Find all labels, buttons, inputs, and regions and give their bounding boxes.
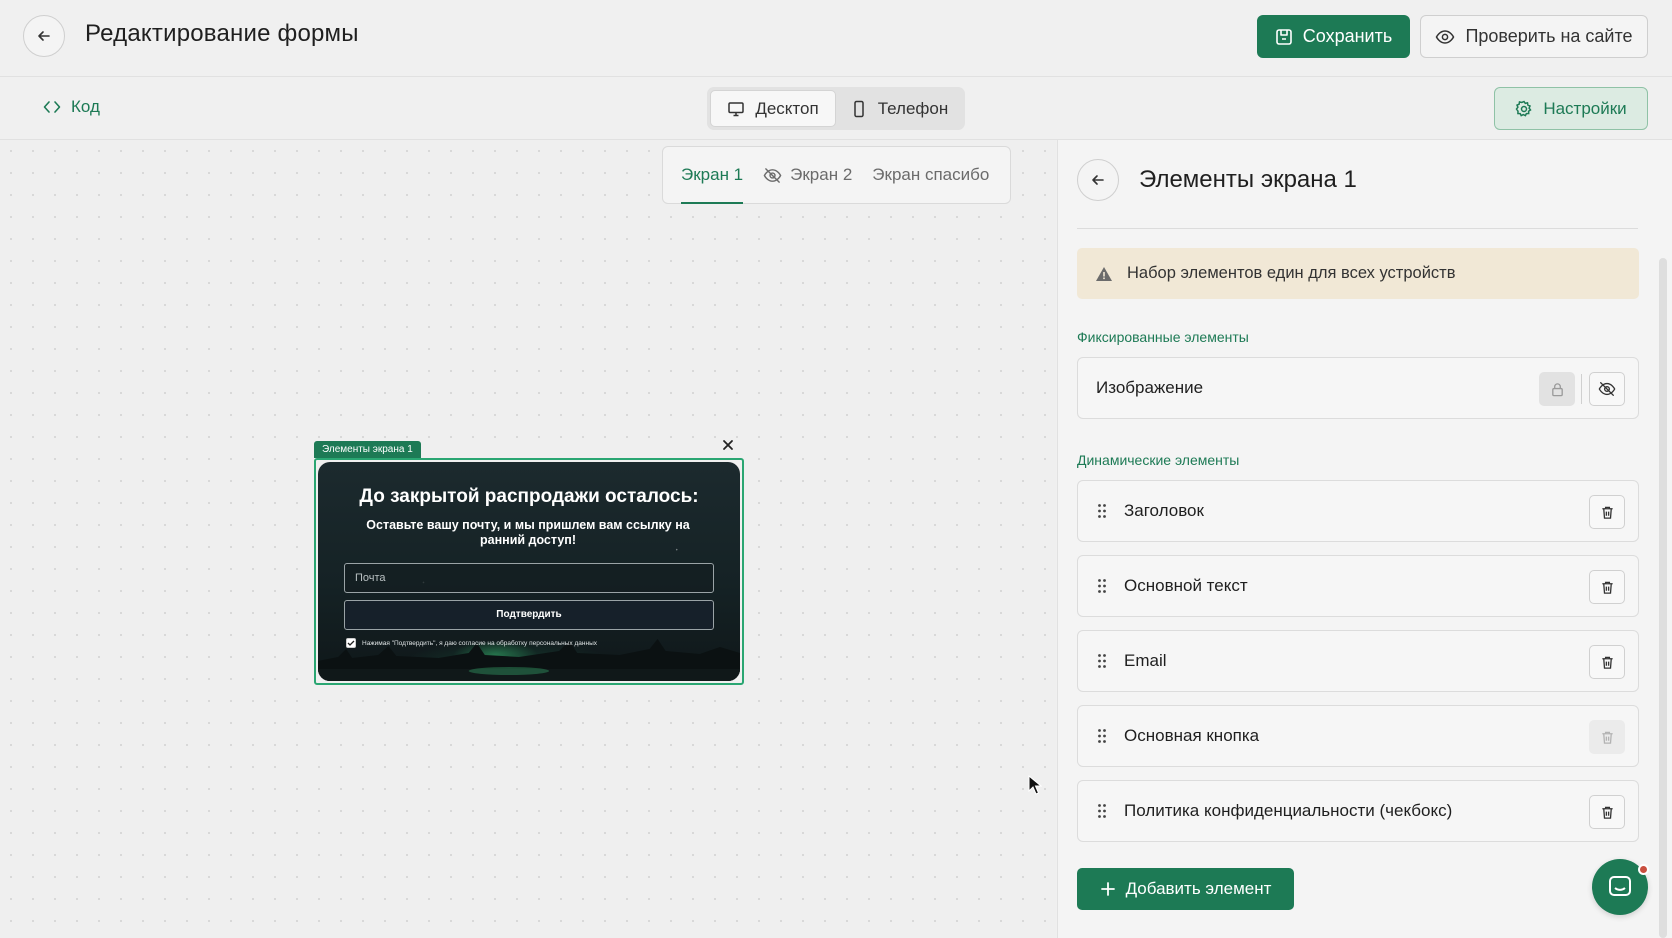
save-button-label: Сохранить [1302,26,1393,46]
code-link[interactable]: Код [43,97,100,117]
device-switch: Десктоп Телефон [707,87,965,130]
code-link-label: Код [71,97,100,116]
dynamic-item-email[interactable]: Email [1077,630,1639,692]
tab-screen-1[interactable]: Экран 1 [681,146,744,204]
page-title: Редактирование формы [85,20,359,47]
check-on-site-label: Проверить на сайте [1465,26,1633,46]
elements-panel: Элементы экрана 1 Набор элементов един д… [1057,140,1672,938]
drag-handle-icon [1098,579,1106,593]
save-icon [1275,28,1292,45]
dynamic-elements-label: Динамические элементы [1077,452,1240,468]
preview-label: Элементы экрана 1 [314,441,421,458]
trash-icon [1601,806,1613,819]
tab-screen-thanks-label: Экран спасибо [872,165,990,184]
arrow-left-icon [38,31,50,41]
fixed-item-image[interactable]: Изображение [1077,357,1639,419]
panel-back-button[interactable] [1077,159,1119,201]
tab-screen-1-label: Экран 1 [681,165,744,184]
delete-button[interactable] [1589,495,1625,529]
warning-icon [1096,266,1112,281]
popup-consent-text: Нажимая "Подтвердить", я даю согласие на… [362,639,597,647]
dynamic-item-heading[interactable]: Заголовок [1077,480,1639,542]
arrow-left-icon [1092,175,1104,185]
popup-email-input[interactable]: Почта [344,563,714,593]
device-desktop-label: Десктоп [755,98,819,118]
settings-label: Настройки [1543,98,1627,118]
code-icon [43,101,61,113]
delete-button-disabled [1589,720,1625,754]
screen-tabs: Экран 1 Экран 2 Экран спасибо [662,146,1011,204]
toolbar: Код Десктоп Телефон Настройки [0,77,1672,140]
device-phone-button[interactable]: Телефон [836,90,962,127]
popup-consent[interactable]: Нажимая "Подтвердить", я даю согласие на… [346,638,597,648]
plus-icon [1100,882,1115,896]
back-button[interactable] [23,15,65,57]
dynamic-item-main-button[interactable]: Основная кнопка [1077,705,1639,767]
dynamic-item-label: Заголовок [1124,501,1204,520]
popup-consent-checkbox[interactable] [346,638,356,648]
dynamic-item-label: Основная кнопка [1124,726,1260,745]
popup-submit-button[interactable]: Подтвердить [344,600,714,630]
delete-button[interactable] [1589,645,1625,679]
dynamic-item-body-text[interactable]: Основной текст [1077,555,1639,617]
drag-handle-icon [1098,729,1106,743]
eye-off-icon [763,167,782,183]
warning-banner: Набор элементов един для всех устройств [1077,248,1639,299]
lock-button[interactable] [1539,372,1575,406]
drag-handle[interactable] [1078,578,1124,594]
panel-scrollbar[interactable] [1659,258,1667,938]
popup-title: До закрытой распродажи осталось: [359,486,699,507]
trash-icon [1601,656,1613,669]
lock-icon [1551,382,1563,396]
close-icon[interactable] [720,437,736,453]
dynamic-item-label: Основной текст [1124,576,1248,595]
save-button[interactable]: Сохранить [1257,15,1410,58]
drag-handle[interactable] [1078,803,1124,819]
panel-divider [1077,228,1638,229]
device-desktop-button[interactable]: Десктоп [710,90,836,127]
dynamic-item-privacy-checkbox[interactable]: Политика конфиденциальности (чекбокс) [1077,780,1639,842]
fixed-item-label: Изображение [1096,378,1204,397]
delete-button[interactable] [1589,795,1625,829]
dynamic-item-label: Email [1124,651,1167,670]
settings-button[interactable]: Настройки [1494,87,1648,130]
tab-screen-thanks[interactable]: Экран спасибо [872,146,989,204]
delete-button[interactable] [1589,570,1625,604]
warning-text: Набор элементов един для всех устройств [1127,264,1456,282]
drag-handle[interactable] [1078,503,1124,519]
header: Редактирование формы Сохранить Проверить… [0,0,1672,77]
toggle-visibility-button[interactable] [1589,372,1625,406]
eye-icon [1436,29,1455,44]
panel-title: Элементы экрана 1 [1139,166,1357,193]
drag-handle[interactable] [1078,653,1124,669]
drag-handle-icon [1098,504,1106,518]
check-icon [347,640,355,646]
fixed-elements-label: Фиксированные элементы [1077,329,1249,345]
add-element-label: Добавить элемент [1125,879,1272,898]
popup-preview-frame[interactable]: До закрытой распродажи осталось: Оставьт… [314,458,744,685]
button-separator [1581,374,1582,404]
tab-screen-2[interactable]: Экран 2 [763,146,852,204]
eye-off-icon [1598,382,1616,396]
mouse-cursor-icon [1028,775,1042,795]
popup-subtitle: Оставьте вашу почту, и мы пришлем вам сс… [366,518,690,547]
trash-icon [1601,581,1613,594]
trash-icon [1601,731,1613,744]
gear-icon [1515,100,1532,117]
trash-icon [1601,506,1613,519]
phone-icon [853,100,864,117]
drag-handle-icon [1098,654,1106,668]
drag-handle[interactable] [1078,728,1124,744]
monitor-icon [728,101,745,116]
dynamic-item-label: Политика конфиденциальности (чекбокс) [1124,801,1453,820]
chat-icon [1609,876,1631,896]
tab-screen-2-label: Экран 2 [790,165,853,184]
notification-dot [1638,864,1649,875]
canvas: Экран 1 Экран 2 Экран спасибо Элементы э… [0,140,1056,938]
add-element-button[interactable]: Добавить элемент [1077,868,1294,910]
check-on-site-button[interactable]: Проверить на сайте [1420,15,1648,58]
device-phone-label: Телефон [877,98,949,118]
drag-handle-icon [1098,804,1106,818]
popup-preview: До закрытой распродажи осталось: Оставьт… [318,462,740,681]
